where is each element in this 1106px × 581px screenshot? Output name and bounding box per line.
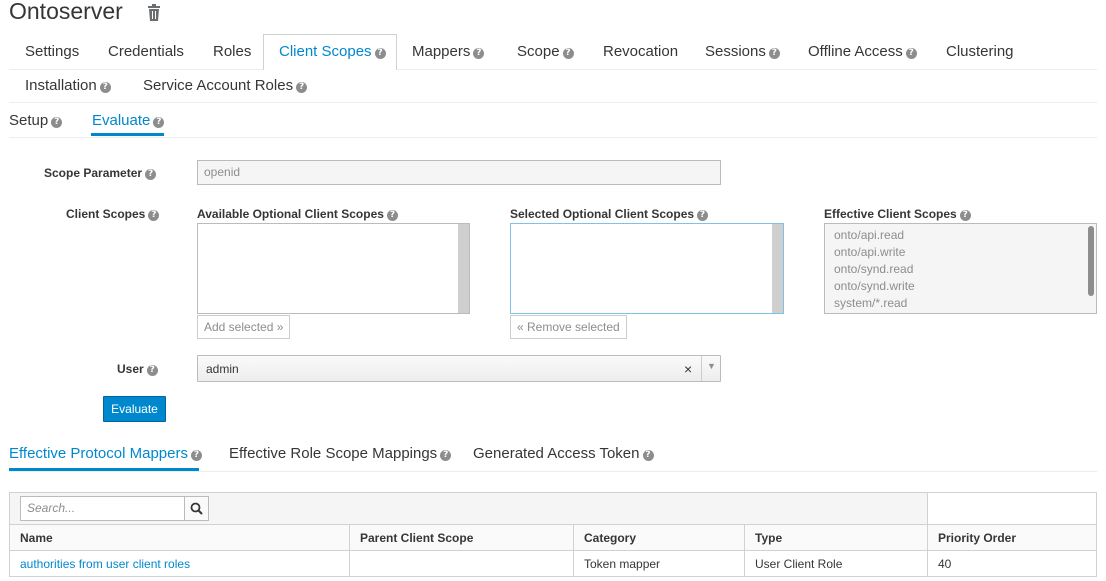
client-scopes-label: Client Scopes? (66, 207, 160, 221)
help-icon: ? (146, 365, 158, 376)
help-icon: ? (296, 82, 308, 93)
column-header-name[interactable]: Name (9, 524, 350, 551)
trash-icon[interactable] (146, 4, 162, 22)
table-row: authorities from user client roles Token… (9, 550, 1097, 577)
tab-settings[interactable]: Settings (25, 43, 79, 60)
tab-mappers[interactable]: Mappers? (412, 43, 485, 60)
column-header-type[interactable]: Type (744, 524, 928, 551)
subtab-setup[interactable]: Setup? (9, 112, 63, 129)
cell-type: User Client Role (744, 550, 928, 577)
help-icon: ? (562, 48, 574, 59)
help-icon: ? (768, 48, 780, 59)
scrollbar-thumb[interactable] (1088, 226, 1094, 296)
table-toolbar: Search... (9, 492, 928, 525)
tab-service-account-roles[interactable]: Service Account Roles? (143, 77, 308, 94)
tab-clustering[interactable]: Clustering (946, 43, 1014, 60)
subtab-active-indicator (91, 133, 164, 136)
tab-scope[interactable]: Scope? (517, 43, 574, 60)
help-icon: ? (473, 48, 485, 59)
tab-revocation[interactable]: Revocation (603, 43, 678, 60)
protocol-mappers-table: Search... Name Parent Client Scope Categ… (9, 492, 1097, 577)
page-title: Ontoserver (9, 0, 123, 24)
user-label: User? (117, 362, 158, 376)
remove-selected-button[interactable]: « Remove selected (510, 315, 627, 339)
help-icon: ? (440, 450, 452, 461)
scope-parameter-input[interactable]: openid (197, 160, 721, 185)
available-scopes-label: Available Optional Client Scopes? (197, 207, 398, 221)
scrollbar[interactable] (772, 224, 783, 313)
help-icon: ? (145, 169, 157, 180)
cell-priority: 40 (927, 550, 1097, 577)
effective-scopes-label: Effective Client Scopes? (824, 207, 971, 221)
tab-client-scopes[interactable]: Client Scopes? (279, 43, 386, 60)
help-icon: ? (51, 117, 63, 128)
mapper-name-link[interactable]: authorities from user client roles (20, 557, 190, 571)
help-icon: ? (959, 210, 971, 221)
help-icon: ? (642, 450, 654, 461)
chevron-down-icon[interactable]: ▼ (707, 361, 716, 371)
evaluate-button[interactable]: Evaluate (103, 396, 166, 422)
tab-sessions[interactable]: Sessions? (705, 43, 780, 60)
tab-offline-access[interactable]: Offline Access? (808, 43, 917, 60)
list-item: onto/synd.read (834, 262, 914, 276)
tab-effective-protocol-mappers[interactable]: Effective Protocol Mappers? (9, 445, 202, 462)
cell-parent (349, 550, 574, 577)
scrollbar[interactable] (458, 224, 469, 313)
search-icon (190, 502, 203, 515)
selected-scopes-list[interactable] (510, 223, 784, 314)
column-header-category[interactable]: Category (573, 524, 745, 551)
help-icon: ? (153, 117, 165, 128)
help-icon: ? (697, 210, 709, 221)
help-icon: ? (386, 210, 398, 221)
subtab-evaluate[interactable]: Evaluate? (92, 112, 165, 129)
help-icon: ? (905, 48, 917, 59)
tab-credentials[interactable]: Credentials (108, 43, 184, 60)
tab-effective-role-scope-mappings[interactable]: Effective Role Scope Mappings? (229, 445, 452, 462)
tab-installation[interactable]: Installation? (25, 77, 111, 94)
list-item: onto/synd.write (834, 279, 915, 293)
help-icon: ? (148, 210, 160, 221)
add-selected-button[interactable]: Add selected » (197, 315, 291, 339)
help-icon: ? (374, 48, 386, 59)
scope-parameter-label: Scope Parameter? (44, 166, 157, 180)
available-scopes-list[interactable] (197, 223, 470, 314)
user-select[interactable]: admin × ▼ (197, 355, 721, 382)
column-header-parent[interactable]: Parent Client Scope (349, 524, 574, 551)
column-header-priority[interactable]: Priority Order (927, 524, 1097, 551)
search-input[interactable]: Search... (20, 496, 185, 521)
help-icon: ? (99, 82, 111, 93)
tab-generated-access-token[interactable]: Generated Access Token? (473, 445, 654, 462)
list-item: system/*.read (834, 296, 908, 310)
search-button[interactable] (184, 496, 209, 521)
tab-roles[interactable]: Roles (213, 43, 251, 60)
list-item: onto/api.read (834, 228, 905, 242)
list-item: onto/api.write (834, 245, 906, 259)
cell-category: Token mapper (573, 550, 745, 577)
clear-icon[interactable]: × (684, 361, 692, 377)
selected-scopes-label: Selected Optional Client Scopes? (510, 207, 709, 221)
effective-scopes-list[interactable]: onto/api.read onto/api.write onto/synd.r… (824, 223, 1097, 314)
user-select-value: admin (206, 362, 239, 376)
help-icon: ? (190, 450, 202, 461)
